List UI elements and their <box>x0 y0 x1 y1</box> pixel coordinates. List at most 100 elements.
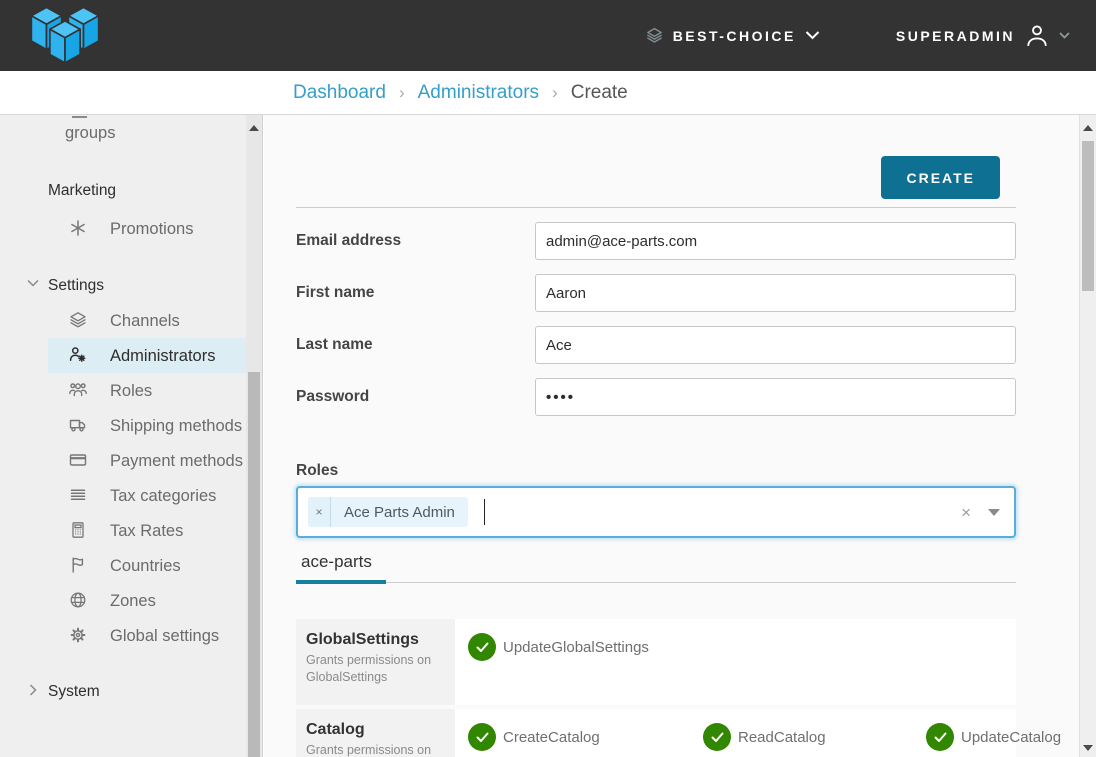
permission-toggle: UpdateGlobalSettings <box>468 633 649 661</box>
divider <box>296 207 1016 208</box>
permission-name: Catalog <box>306 721 445 739</box>
breadcrumb-bar: Dashboard › Administrators › Create <box>0 71 1096 115</box>
permission-toggle: UpdateCatalog <box>926 723 1061 751</box>
active-tab-underline <box>296 580 386 584</box>
chip-remove-icon[interactable]: × <box>308 497 331 527</box>
sidebar-scrollbar-thumb[interactable] <box>248 372 260 757</box>
sidebar-item-customer-groups[interactable]: groups <box>0 121 247 145</box>
sidebar-item-shipping-methods[interactable]: Shipping methods <box>48 408 247 443</box>
email-label: Email address <box>296 232 535 250</box>
first-name-input[interactable] <box>535 274 1016 312</box>
role-chip-label: Ace Parts Admin <box>331 497 468 527</box>
breadcrumb-administrators[interactable]: Administrators <box>418 82 539 104</box>
channel-name: BEST-CHOICE <box>673 28 796 44</box>
channels-icon <box>68 310 88 330</box>
first-name-label: First name <box>296 284 535 302</box>
permission-toggle: CreateCatalog <box>468 723 703 751</box>
sidebar-scrollbar[interactable] <box>246 115 262 757</box>
last-name-input[interactable] <box>535 326 1016 364</box>
group-icon <box>72 115 87 118</box>
layers-icon <box>645 26 664 45</box>
user-menu[interactable]: SUPERADMIN <box>896 22 1070 50</box>
shipping-methods-icon <box>68 415 88 435</box>
toggle-on-icon[interactable] <box>926 723 954 751</box>
nav-section-marketing[interactable]: Marketing <box>0 181 247 201</box>
user-icon <box>1023 22 1051 50</box>
promotions-icon <box>68 218 88 238</box>
sidebar-item-global-settings[interactable]: Global settings <box>48 618 247 653</box>
chevron-down-icon <box>805 31 820 40</box>
chevron-right-icon <box>29 684 37 696</box>
permission-row-catalog: Catalog Grants permissions on Products, … <box>296 709 1016 757</box>
sidebar-item-administrators[interactable]: Administrators <box>48 338 247 373</box>
vendure-logo-icon[interactable] <box>28 7 102 65</box>
admin-app: BEST-CHOICE SUPERADMIN Dashboard › Admin… <box>0 0 1096 757</box>
countries-icon <box>68 555 88 575</box>
permissions-table: GlobalSettings Grants permissions on Glo… <box>296 619 1016 757</box>
toggle-on-icon[interactable] <box>703 723 731 751</box>
toggle-label: ReadCatalog <box>738 729 826 746</box>
password-input[interactable] <box>535 378 1016 416</box>
roles-label: Roles <box>296 462 1016 480</box>
channel-tabs: ace-parts <box>296 552 1016 583</box>
text-cursor <box>484 499 486 525</box>
permission-row-globalsettings: GlobalSettings Grants permissions on Glo… <box>296 619 1016 705</box>
permission-toggle: ReadCatalog <box>703 723 926 751</box>
sidebar-item-countries[interactable]: Countries <box>48 548 247 583</box>
sidebar-item-promotions[interactable]: Promotions <box>48 211 247 246</box>
nav-section-settings[interactable]: Settings <box>0 276 247 296</box>
username: SUPERADMIN <box>896 28 1015 44</box>
breadcrumb-separator: › <box>552 83 558 103</box>
toggle-label: CreateCatalog <box>503 729 600 746</box>
clear-icon[interactable]: × <box>961 504 971 521</box>
breadcrumb-separator: › <box>399 83 405 103</box>
last-name-label: Last name <box>296 336 535 354</box>
channel-switcher[interactable]: BEST-CHOICE <box>645 26 820 45</box>
sidebar-item-payment-methods[interactable]: Payment methods <box>48 443 247 478</box>
top-bar: BEST-CHOICE SUPERADMIN <box>0 0 1096 71</box>
breadcrumb-dashboard[interactable]: Dashboard <box>293 82 386 104</box>
permission-description: Grants permissions on Products, Facets <box>306 742 445 757</box>
tax-rates-icon <box>68 520 88 540</box>
permission-name: GlobalSettings <box>306 631 445 649</box>
roles-select[interactable]: × Ace Parts Admin × <box>296 486 1016 538</box>
tab-divider <box>296 582 1016 583</box>
permission-description: Grants permissions on GlobalSettings <box>306 652 445 685</box>
sidebar-nav: groups Marketing Promotions <box>0 115 263 757</box>
chevron-down-icon <box>27 279 39 287</box>
scroll-up-arrow[interactable] <box>249 125 259 131</box>
sidebar-item-zones[interactable]: Zones <box>48 583 247 618</box>
sidebar-item-tax-categories[interactable]: Tax categories <box>48 478 247 513</box>
password-field-row: Password <box>296 378 1016 416</box>
email-input[interactable] <box>535 222 1016 260</box>
toggle-on-icon[interactable] <box>468 633 496 661</box>
main-scrollbar-thumb[interactable] <box>1082 141 1094 291</box>
first-name-field-row: First name <box>296 274 1016 312</box>
main-scrollbar[interactable] <box>1079 115 1096 757</box>
tax-categories-icon <box>68 485 88 505</box>
breadcrumb-create: Create <box>571 82 628 104</box>
email-field-row: Email address <box>296 222 1016 260</box>
tab-ace-parts[interactable]: ace-parts <box>296 552 377 582</box>
main-content: CREATE Email address First name Last nam… <box>264 115 1079 757</box>
sidebar-item-tax-rates[interactable]: Tax Rates <box>48 513 247 548</box>
nav-section-system[interactable]: System <box>0 682 247 702</box>
breadcrumb: Dashboard › Administrators › Create <box>293 82 628 104</box>
create-button[interactable]: CREATE <box>881 156 1000 199</box>
zones-icon <box>68 590 88 610</box>
sidebar-item-channels[interactable]: Channels <box>48 303 247 338</box>
global-settings-icon <box>68 625 88 645</box>
password-label: Password <box>296 388 535 406</box>
scroll-down-arrow[interactable] <box>1083 745 1093 751</box>
toggle-on-icon[interactable] <box>468 723 496 751</box>
toggle-label: UpdateCatalog <box>961 729 1061 746</box>
role-chip: × Ace Parts Admin <box>308 497 468 527</box>
administrators-icon <box>68 345 88 365</box>
toggle-label: UpdateGlobalSettings <box>503 639 649 656</box>
sidebar-item-roles[interactable]: Roles <box>48 373 247 408</box>
chevron-down-icon <box>1059 32 1070 39</box>
scroll-up-arrow[interactable] <box>1083 125 1093 131</box>
roles-icon <box>68 380 88 400</box>
dropdown-arrow-icon[interactable] <box>988 509 1000 516</box>
payment-methods-icon <box>68 450 88 470</box>
